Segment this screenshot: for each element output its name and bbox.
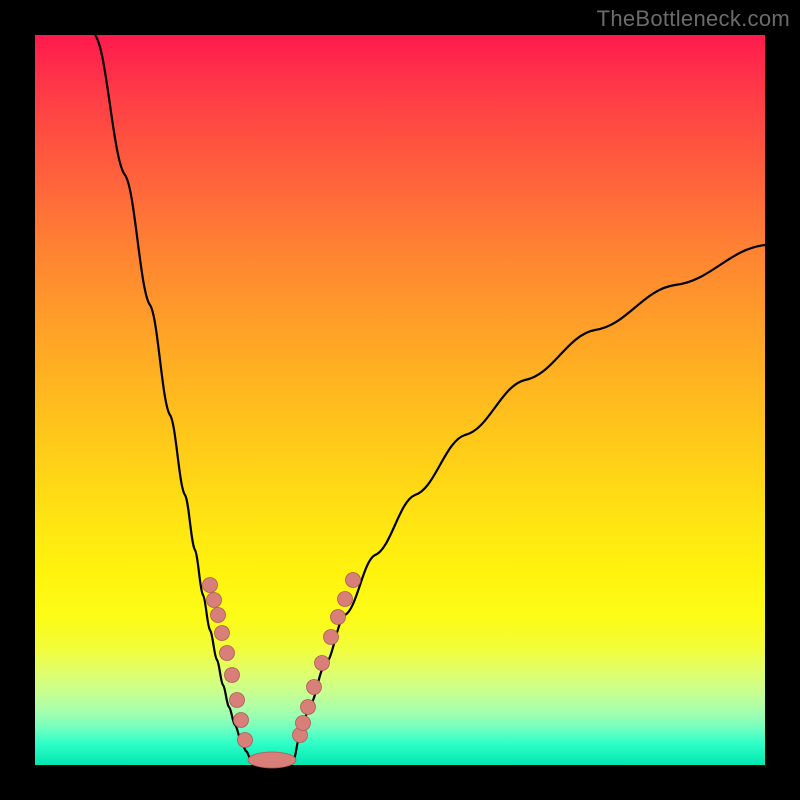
left-marker-2: [211, 608, 226, 623]
plot-area: [35, 35, 765, 765]
left-marker-1: [207, 593, 222, 608]
curve-right-curve: [293, 245, 765, 762]
right-marker-6: [331, 610, 346, 625]
right-marker-2: [301, 700, 316, 715]
left-marker-5: [225, 668, 240, 683]
right-marker-3: [307, 680, 322, 695]
valley-lozenge: [248, 752, 296, 768]
left-marker-3: [215, 626, 230, 641]
right-marker-4: [315, 656, 330, 671]
right-marker-1: [296, 716, 311, 731]
watermark-label: TheBottleneck.com: [597, 6, 790, 32]
curves-svg: [35, 35, 765, 765]
right-marker-5: [324, 630, 339, 645]
right-marker-8: [346, 573, 361, 588]
left-marker-7: [234, 713, 249, 728]
chart-frame: TheBottleneck.com: [0, 0, 800, 800]
left-marker-0: [203, 578, 218, 593]
left-marker-6: [230, 693, 245, 708]
left-marker-4: [220, 646, 235, 661]
right-marker-7: [338, 592, 353, 607]
left-marker-8: [238, 733, 253, 748]
